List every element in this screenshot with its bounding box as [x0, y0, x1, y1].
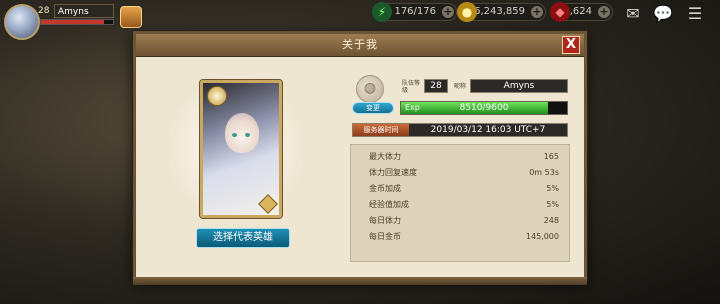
add-gem-button[interactable]: + [598, 6, 610, 18]
stat-row: 经验值加成 5% [351, 197, 569, 213]
chat-icon[interactable]: 💬 [652, 4, 674, 24]
card-gem-icon [258, 194, 278, 214]
player-level: 28 [38, 6, 50, 16]
stat-label: 每日金币 [369, 232, 401, 241]
stat-value: 248 [543, 216, 559, 225]
stat-row: 体力回复速度 0m 53s [351, 165, 569, 181]
stats-panel: 最大体力 165 体力回复速度 0m 53s 金币加成 5% 经验值加成 5% … [350, 144, 570, 262]
stat-row: 每日金币 145,000 [351, 229, 569, 245]
server-time-label: 服务器时间 [353, 124, 409, 136]
hero-eye [245, 133, 250, 137]
close-button[interactable]: X [562, 36, 580, 54]
dialog-title: 关于我 [342, 38, 378, 51]
hero-portrait [225, 113, 259, 153]
bag-icon[interactable] [120, 6, 142, 28]
energy-counter: ⚡ 176/176 + [372, 2, 457, 22]
stat-label: 最大体力 [369, 152, 401, 161]
stat-label: 每日体力 [369, 216, 401, 225]
energy-value: 176/176 [394, 6, 436, 17]
dialog-bottom-trim [133, 277, 587, 285]
representative-hero-card[interactable] [200, 80, 282, 218]
dialog-header: 关于我 X [136, 34, 584, 57]
server-time-bar: 服务器时间 2019/03/12 16:03 UTC+7 [352, 123, 568, 137]
add-gold-button[interactable]: + [531, 6, 543, 18]
stat-label: 金币加成 [369, 184, 401, 193]
stat-value: 145,000 [525, 232, 559, 241]
stat-value: 165 [543, 152, 559, 161]
team-level-value: 28 [424, 79, 448, 93]
stat-row: 最大体力 165 [351, 149, 569, 165]
team-level-label: 队伍等级 [402, 80, 421, 94]
stat-row: 金币加成 5% [351, 181, 569, 197]
exp-value: 8510/9600 [459, 103, 509, 113]
stat-row: 每日体力 248 [351, 213, 569, 229]
about-me-dialog: 关于我 X 选择代表英雄 ◍ 队伍等级 28 昵称 Amyns 变更 Exp 8… [133, 31, 587, 285]
stat-label: 体力回复速度 [369, 168, 417, 177]
stat-value: 0m 53s [529, 168, 559, 177]
player-avatar[interactable] [4, 4, 40, 40]
nickname-label: 昵称 [454, 83, 467, 90]
hero-eye [232, 133, 237, 137]
mail-icon[interactable]: ✉ [622, 4, 644, 24]
stat-value: 5% [546, 184, 559, 193]
select-hero-button[interactable]: 选择代表英雄 [196, 228, 290, 248]
exp-progress-bar: Exp 8510/9600 [400, 101, 568, 115]
coin-icon: ● [457, 2, 477, 22]
lightning-icon: ⚡ [372, 2, 392, 22]
stat-label: 经验值加成 [369, 200, 409, 209]
add-energy-button[interactable]: + [442, 6, 454, 18]
nickname-value: Amyns [470, 79, 568, 93]
gold-counter: ● 76,243,859 + [457, 2, 546, 22]
server-time-value: 2019/03/12 16:03 UTC+7 [430, 125, 546, 135]
globe-icon: ◍ [356, 75, 384, 103]
hero-emblem-icon [207, 86, 227, 106]
stat-value: 5% [546, 200, 559, 209]
gem-counter: ◆ 4,624 + [550, 2, 613, 22]
player-exp-mini-bar [40, 19, 114, 25]
change-name-button[interactable]: 变更 [352, 102, 394, 114]
menu-icon[interactable]: ☰ [684, 4, 706, 24]
gem-icon: ◆ [550, 2, 570, 22]
player-name: Amyns [54, 4, 114, 18]
